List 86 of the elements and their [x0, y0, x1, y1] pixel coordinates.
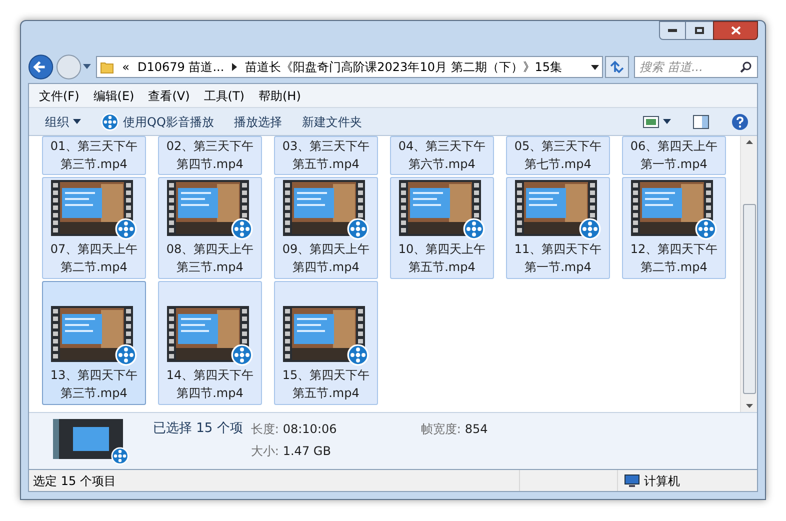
- file-tile[interactable]: 12、第四天下午第二节.mp4: [622, 177, 726, 279]
- detail-label: 大小:: [250, 443, 279, 460]
- file-tile[interactable]: 02、第三天下午第四节.mp4: [158, 136, 262, 175]
- file-name: 09、第四天上午第四节.mp4: [281, 241, 371, 276]
- chevron-icon: [232, 63, 238, 71]
- file-name: 15、第四天下午第五节.mp4: [281, 367, 371, 402]
- scroll-down-icon[interactable]: [746, 404, 752, 408]
- toolbar-button[interactable]: 使用QQ影音播放: [93, 112, 222, 130]
- back-button-icon[interactable]: [28, 54, 54, 80]
- file-tile[interactable]: 01、第三天下午第三节.mp4: [42, 136, 146, 175]
- menu-item[interactable]: 文件(F): [33, 86, 86, 104]
- refresh-button[interactable]: [604, 56, 629, 78]
- film-reel-icon: [115, 344, 137, 366]
- film-reel-icon: [579, 218, 601, 240]
- file-tile[interactable]: 07、第四天上午第二节.mp4: [42, 177, 146, 279]
- toolbar-button[interactable]: 新建文件夹: [294, 112, 370, 130]
- file-tile[interactable]: 09、第四天上午第四节.mp4: [274, 177, 378, 279]
- film-reel-icon: [111, 447, 129, 465]
- film-reel-icon: [115, 218, 137, 240]
- film-reel-icon: [347, 344, 369, 366]
- dropdown-arrow-icon[interactable]: [590, 64, 599, 70]
- file-tile[interactable]: 11、第四天下午第一节.mp4: [506, 177, 610, 279]
- scrollbar[interactable]: [740, 136, 757, 412]
- file-name: 05、第三天下午第七节.mp4: [513, 138, 603, 173]
- file-tile[interactable]: 15、第四天下午第五节.mp4: [274, 281, 378, 405]
- scrollbar-thumb[interactable]: [742, 204, 756, 394]
- detail-label: 长度:: [250, 421, 279, 438]
- detail-value: 854: [464, 421, 488, 438]
- file-name: 07、第四天上午第二节.mp4: [49, 241, 139, 276]
- refresh-icon: [608, 60, 625, 74]
- view-options-icon[interactable]: [643, 116, 659, 128]
- menu-item[interactable]: 编辑(E): [87, 86, 140, 104]
- film-reel-icon: [463, 218, 485, 240]
- file-name: 11、第四天下午第一节.mp4: [513, 241, 603, 276]
- close-icon: [730, 26, 740, 35]
- computer-icon: [624, 474, 640, 488]
- search-icon: [740, 61, 752, 73]
- status-location: 计算机: [644, 472, 680, 490]
- close-button[interactable]: [713, 21, 758, 40]
- film-reel-icon: [695, 218, 717, 240]
- detail-value: 08:10:06: [282, 421, 337, 438]
- file-tile[interactable]: 08、第四天上午第三节.mp4: [158, 177, 262, 279]
- selection-summary: 已选择 15 个项: [153, 420, 243, 438]
- file-tile[interactable]: 06、第四天上午第一节.mp4: [622, 136, 726, 175]
- file-tile[interactable]: 10、第四天上午第五节.mp4: [390, 177, 494, 279]
- film-reel-icon: [347, 218, 369, 240]
- film-reel-icon: [231, 344, 253, 366]
- caret-icon[interactable]: [663, 119, 671, 124]
- detail-value: 1.47 GB: [282, 443, 331, 460]
- preview-pane-icon[interactable]: [693, 114, 709, 128]
- menu-item[interactable]: 查看(V): [142, 86, 196, 104]
- file-name: 04、第三天下午第六节.mp4: [397, 138, 487, 173]
- menu-item[interactable]: 工具(T): [198, 86, 250, 104]
- file-tile[interactable]: 03、第三天下午第五节.mp4: [274, 136, 378, 175]
- file-tile[interactable]: 14、第四天下午第四节.mp4: [158, 281, 262, 405]
- film-reel-icon: [231, 218, 253, 240]
- detail-label: 帧宽度:: [420, 421, 461, 438]
- film-reel-icon: [101, 112, 119, 130]
- file-name: 10、第四天上午第五节.mp4: [397, 241, 487, 276]
- file-name: 08、第四天上午第三节.mp4: [165, 241, 255, 276]
- file-name: 02、第三天下午第四节.mp4: [165, 138, 255, 173]
- search-placeholder: 搜索 苗道...: [640, 59, 703, 76]
- file-tile[interactable]: 13、第四天下午第三节.mp4: [42, 281, 146, 405]
- toolbar-button[interactable]: 组织: [37, 112, 89, 130]
- maximize-button[interactable]: [686, 21, 713, 40]
- minimize-button[interactable]: [659, 21, 686, 40]
- address-overflow[interactable]: «: [122, 58, 130, 76]
- stack-thumbnail: [53, 419, 123, 459]
- toolbar-button[interactable]: 播放选择: [226, 112, 290, 130]
- address-bar[interactable]: « D10679 苗道... 苗道长《阳盘奇门高阶课2023年10月 第二期（下）》15集: [96, 56, 603, 78]
- file-name: 03、第三天下午第五节.mp4: [281, 138, 371, 173]
- folder-icon: [100, 60, 114, 74]
- file-name: 13、第四天下午第三节.mp4: [49, 367, 139, 402]
- menu-item[interactable]: 帮助(H): [252, 86, 307, 104]
- file-name: 12、第四天下午第二节.mp4: [629, 241, 719, 276]
- help-icon[interactable]: [731, 112, 749, 130]
- file-tile[interactable]: 05、第三天下午第七节.mp4: [506, 136, 610, 175]
- breadcrumb[interactable]: 苗道长《阳盘奇门高阶课2023年10月 第二期（下）》15集: [245, 58, 562, 76]
- file-name: 01、第三天下午第三节.mp4: [49, 138, 139, 173]
- file-name: 14、第四天下午第四节.mp4: [165, 367, 255, 402]
- file-tile[interactable]: 04、第三天下午第六节.mp4: [390, 136, 494, 175]
- scroll-up-icon[interactable]: [746, 140, 752, 144]
- breadcrumb[interactable]: D10679 苗道...: [137, 58, 224, 76]
- caret-icon: [73, 119, 81, 124]
- file-name: 06、第四天上午第一节.mp4: [629, 138, 719, 173]
- status-text: 选定 15 个项目: [32, 472, 117, 490]
